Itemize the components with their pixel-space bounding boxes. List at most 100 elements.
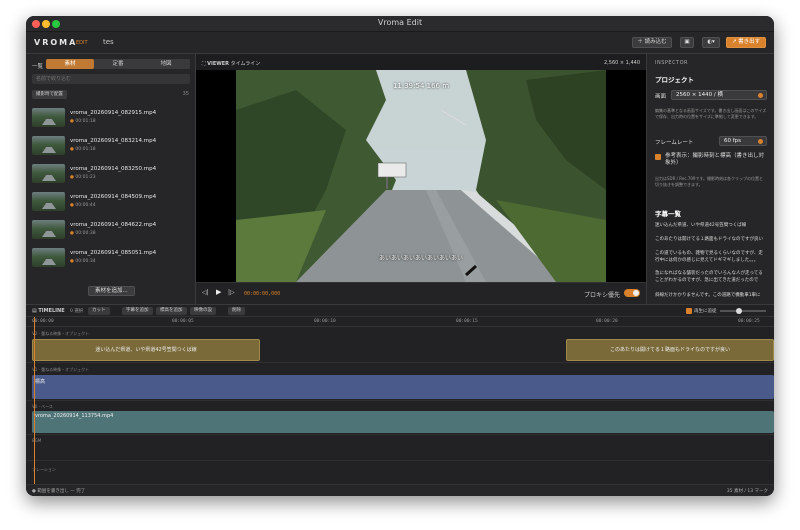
cut-button[interactable]: カット [88,307,110,315]
status-message: ● 範囲を書き出し — 完了 [32,489,86,494]
import-button[interactable]: ＋ 読み込む [632,37,672,48]
subtitle-item[interactable]: 迷い込んだ県道、いや県道42号笠間つくば線 [655,222,767,229]
status-counts: 35 素材 / 13 マーク [726,489,768,494]
add-subtitle-button[interactable]: 字幕を追加 [122,307,153,315]
play-icon[interactable]: ▶ [216,288,221,296]
clip-duration: ● 00:00:34 [70,259,96,264]
track-label: V2 · 重ねる映像・オブジェクト [32,331,90,336]
ruler-tick-label: 00:00:25 [738,319,760,324]
ruler-tick-label: 00:00:05 [172,319,194,324]
tab-presets[interactable]: 定番 [94,59,142,69]
track-narration: ナレーション [26,463,774,485]
clip-duration: ● 00:01:23 [70,175,96,180]
project-name[interactable]: tes [103,38,114,46]
add-media-button[interactable]: 素材を追加... [88,286,135,296]
track-v2: V2 · 重ねる映像・オブジェクト 迷い込んだ県道、いや県道42号笠間つくば線 … [26,329,774,363]
canvas-size-select[interactable]: 2560 × 1440 / 横 [671,90,767,100]
clip-thumbnail [32,248,65,267]
filter-input[interactable]: 名前で絞り込む [32,74,190,84]
track-label: V1 · 重ねる映像・オブジェクト [32,367,90,372]
clip-name: vroma_20260914_082915.mp4 [70,110,157,116]
playhead[interactable] [34,317,35,485]
ruler-tick-label: 00:00:10 [314,319,336,324]
follow-checkbox[interactable] [686,308,692,314]
clip-name: vroma_20260914_083214.mp4 [70,138,157,144]
proxy-toggle[interactable] [624,289,640,297]
ruler-tick-label: 00:00:00 [32,319,54,324]
timeline-title: ▤ TIMELINE [32,308,65,314]
settings-icon[interactable]: ◐▾ [702,37,720,48]
window-title: Vroma Edit [377,18,423,27]
mode-label: EDIT [76,40,88,46]
timeline-ruler: 00:00:00 00:00:05 00:00:10 00:00:15 00:0… [26,317,774,327]
track-bgm: BGM [26,435,774,461]
subtitle-item[interactable]: 急になればなる舗装だったのでいろんな人が走ってることがわかるのですが、急に出てき… [655,270,767,284]
elevation-clip[interactable]: 標高 [32,375,774,399]
video-preview[interactable]: 11:39:54 166 m あいあいあいあいあいあいあい [196,70,646,282]
inspector-title: INSPECTOR [655,60,689,66]
clip-thumbnail [32,164,65,183]
status-bar: ● 範囲を書き出し — 完了 35 素材 / 13 マーク [26,484,774,496]
zoom-slider[interactable] [720,310,766,312]
media-item[interactable]: vroma_20260914_083250.mp4 ● 00:01:23 [32,162,190,186]
subtitle-item[interactable]: このあたりは開けてる１路面もドライなのですが良い [655,236,767,243]
delete-button[interactable]: 削除 [228,307,245,315]
media-item[interactable]: vroma_20260914_082915.mp4 ● 00:01:18 [32,106,190,130]
panel-title: 一覧 [32,64,44,70]
viewer-header: ⛶ VIEWER タイムライン [202,61,261,67]
clip-duration: ● 00:01:18 [70,147,96,152]
timeline-panel: ▤ TIMELINE 0 選択 カット 字幕を追加 標高を追加 映像の設 削除 … [26,304,774,485]
fullscreen-icon[interactable]: ⛶ [202,61,206,67]
export-button[interactable]: ↗ 書き出す [726,37,766,48]
project-heading: プロジェクト [655,76,694,84]
subtitle-item[interactable]: 斜線だけかかりませんです。この道路で機動車1車に [655,292,767,299]
track-label: ナレーション [32,467,56,472]
camera-icon[interactable]: ▣ [680,37,694,48]
media-count: 35 [182,91,189,97]
ref-checkbox[interactable] [655,154,661,160]
app-window: Vroma Edit VROMA EDIT tes ＋ 読み込む ▣ ◐▾ ↗ … [26,16,774,496]
timeline-toolbar: ▤ TIMELINE 0 選択 カット 字幕を追加 標高を追加 映像の設 削除 … [26,305,774,317]
media-item[interactable]: vroma_20260914_083214.mp4 ● 00:01:18 [32,134,190,158]
skip-back-icon[interactable]: ◁| [202,289,209,296]
subtitle-clip[interactable]: このあたりは開けてる１路面もドライなのですが良い [566,339,774,361]
tab-map[interactable]: 地図 [142,59,190,69]
track-label: V0 · ベース [32,404,53,409]
clip-thumbnail [32,192,65,211]
brand-logo: VROMA [34,38,78,47]
ref-note: 出力はSDR / Rec.709です。撮影時刻は各クリップの位置と切り抜きを調整… [655,176,764,187]
ref-label: 参考表示：撮影時刻と標高（書き出し対象外） [665,153,765,166]
clip-thumbnail [32,136,65,155]
skip-forward-icon[interactable]: |▷ [228,289,235,296]
base-video-clip[interactable]: vroma_20260914_113754.mp4 [32,411,774,433]
video-frame: 11:39:54 166 m あいあいあいあいあいあいあい [236,70,606,282]
proxy-label: プロキシ優先 [583,292,620,299]
clip-duration: ● 00:00:44 [70,203,96,208]
clip-duration: ● 00:00:38 [70,231,96,236]
media-tabs: 素材 定番 地図 [46,59,190,69]
road-scene-image [236,70,606,282]
clip-duration: ● 00:01:18 [70,119,96,124]
selection-count: 0 選択 [70,309,84,314]
timecode: 00:00:00,000 [244,291,281,297]
playback-controls: ◁| ▶ |▷ 00:00:00,000 プロキシ優先 [196,282,646,304]
media-item[interactable]: vroma_20260914_084509.mp4 ● 00:00:44 [32,190,190,214]
clip-name: vroma_20260914_084509.mp4 [70,194,157,200]
zoom-slider-knob[interactable] [736,308,742,314]
ruler-tick-label: 00:00:20 [596,319,618,324]
video-settings-button[interactable]: 映像の設 [190,307,216,315]
media-panel: 一覧 素材 定番 地図 名前で絞り込む 撮影時で配置 35 vroma_2026… [26,54,196,304]
fps-label: フレームレート [655,140,694,146]
sort-button[interactable]: 撮影時で配置 [32,90,67,99]
track-v0: V0 · ベース vroma_20260914_113754.mp4 [26,403,774,435]
tab-media[interactable]: 素材 [46,59,94,69]
clip-name: vroma_20260914_084622.mp4 [70,222,157,228]
viewer-panel: ⛶ VIEWER タイムライン 2,560 × 1,440 11:39:54 1… [196,54,646,304]
subtitle-clip[interactable]: 迷い込んだ県道、いや県道42号笠間つくば線 [32,339,260,361]
media-item[interactable]: vroma_20260914_084622.mp4 ● 00:00:38 [32,218,190,242]
subtitle-item[interactable]: この道でいるもの、雑物で見るくらいなのですが、走行中には何かの感じに見えてドギマ… [655,250,767,264]
clip-thumbnail [32,220,65,239]
media-item[interactable]: vroma_20260914_085051.mp4 ● 00:00:34 [32,246,190,270]
add-elevation-button[interactable]: 標高を追加 [156,307,187,315]
fps-select[interactable]: 60 fps [719,136,767,146]
